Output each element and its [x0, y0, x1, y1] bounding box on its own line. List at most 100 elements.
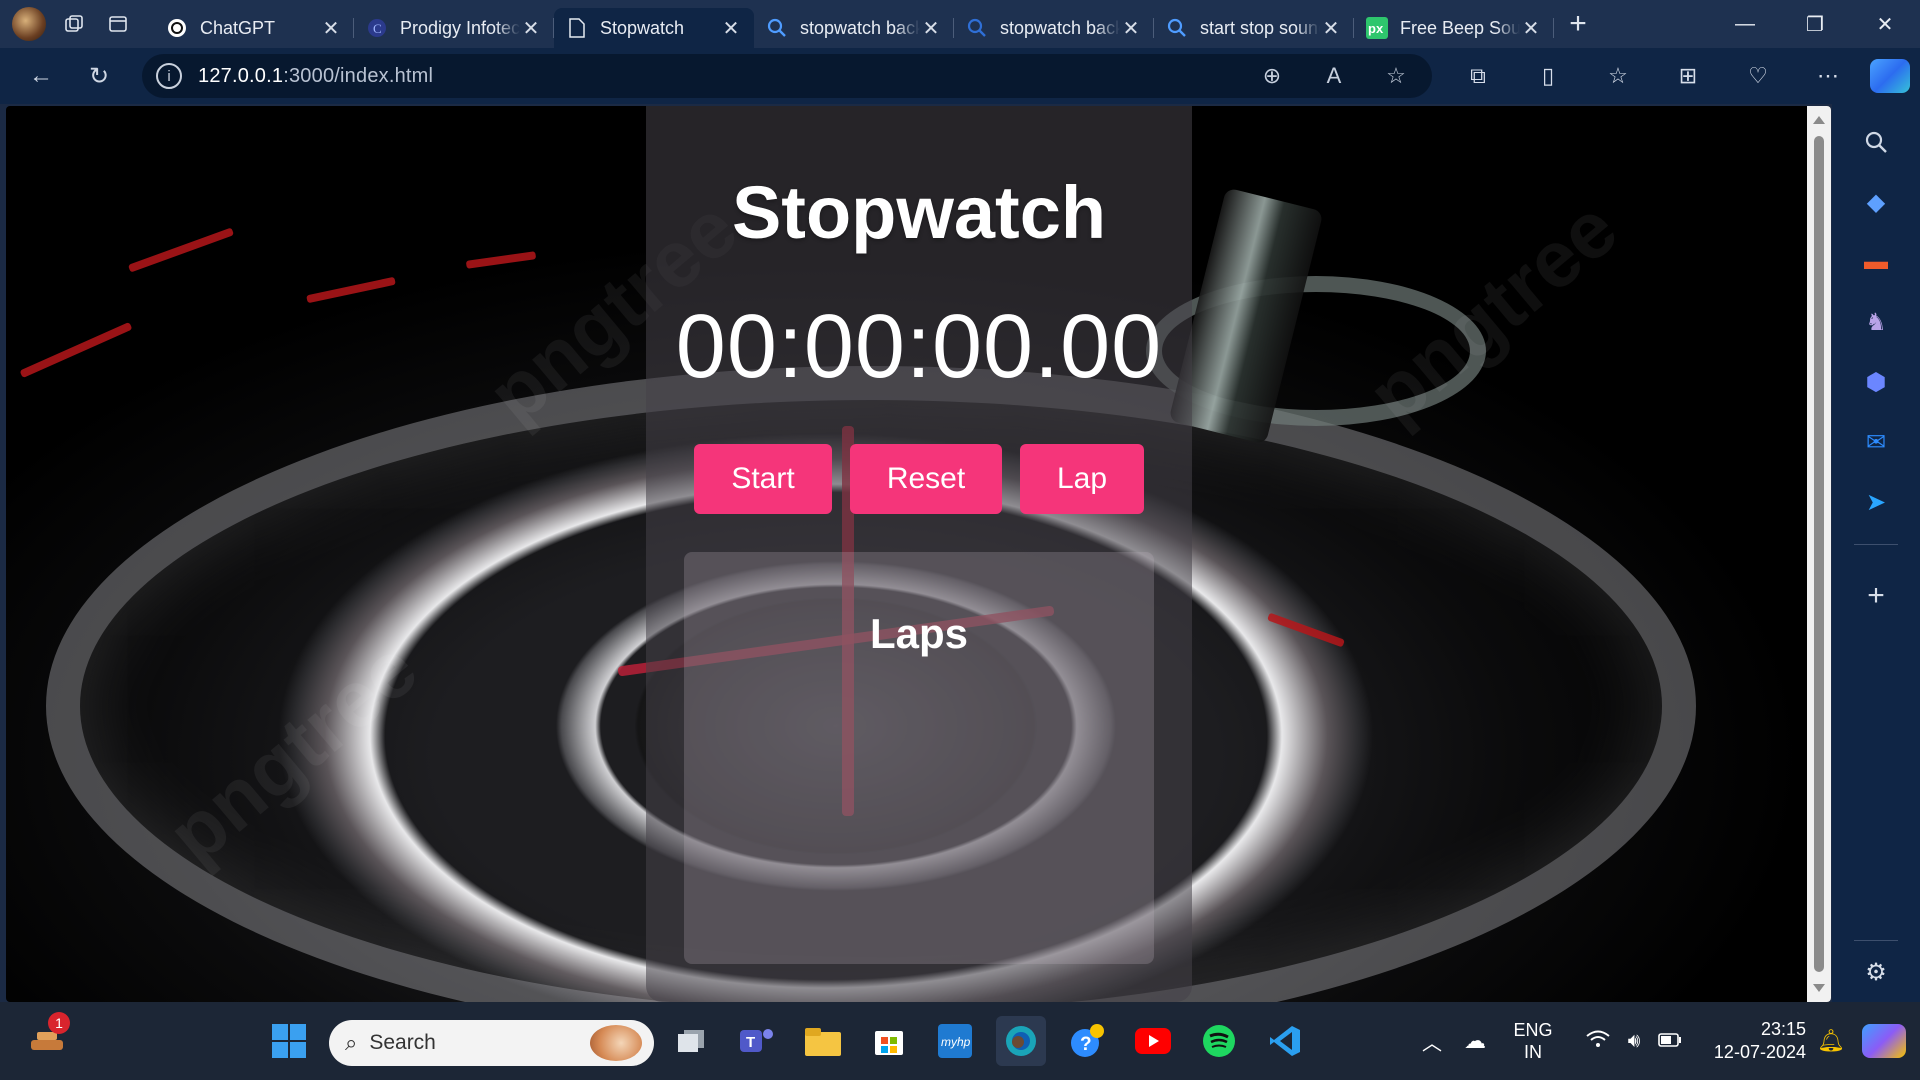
search-icon[interactable] [1854, 120, 1898, 164]
laps-heading: Laps [869, 610, 969, 657]
get-help-icon[interactable]: ? [1062, 1016, 1112, 1066]
edge-sidebar: ◆ ▬ ♞ ⬢ ✉ ➤ + ⚙ [1832, 104, 1920, 1002]
zoom-icon[interactable]: ⊕ [1250, 63, 1294, 89]
search-icon [966, 17, 988, 39]
close-tab-icon[interactable]: ✕ [1120, 16, 1142, 41]
microsoft-365-icon[interactable]: ⬢ [1854, 360, 1898, 404]
tab-stopwatch[interactable]: Stopwatch ✕ [554, 8, 754, 48]
favorite-star-icon[interactable]: ☆ [1374, 63, 1418, 89]
battery-icon[interactable] [1652, 1031, 1688, 1052]
taskbar-search-box[interactable]: ⌕ Search [329, 1020, 654, 1066]
pixabay-icon: px [1366, 17, 1388, 39]
outlook-icon[interactable]: ✉ [1854, 420, 1898, 464]
clock[interactable]: 23:15 12-07-2024 [1696, 1018, 1806, 1064]
onedrive-icon[interactable]: ☁ [1452, 1028, 1498, 1054]
lap-button[interactable]: Lap [1020, 444, 1144, 514]
svg-text:?: ? [1080, 1034, 1092, 1055]
split-screen-icon[interactable]: ▯ [1516, 63, 1580, 89]
teams-icon[interactable]: T [732, 1016, 782, 1066]
page-scrollbar[interactable] [1807, 106, 1831, 1002]
notifications-bell-icon[interactable]: 🔔︎ [1806, 1028, 1856, 1054]
tab-actions-icon[interactable] [96, 0, 140, 48]
tab-search-1[interactable]: stopwatch background ✕ [754, 8, 954, 48]
file-explorer-icon[interactable] [798, 1016, 848, 1066]
copilot-icon[interactable] [1870, 59, 1910, 93]
tab-title: Stopwatch [600, 17, 685, 38]
microsoft-store-icon[interactable] [864, 1016, 914, 1066]
edge-browser-icon[interactable] [996, 1016, 1046, 1066]
background-red-tick [306, 276, 396, 304]
background-red-tick [465, 251, 537, 269]
back-icon[interactable]: ← [16, 51, 66, 101]
more-options-icon[interactable]: ⋯ [1796, 63, 1860, 89]
close-tab-icon[interactable]: ✕ [1320, 16, 1342, 41]
games-icon[interactable]: ♞ [1854, 300, 1898, 344]
start-button[interactable]: Start [694, 444, 832, 514]
scroll-down-icon[interactable] [1813, 984, 1825, 992]
scrollbar-thumb[interactable] [1814, 136, 1824, 972]
tab-search-3[interactable]: start stop sound ✕ [1154, 8, 1354, 48]
task-view-icon[interactable] [666, 1016, 716, 1066]
start-menu-icon[interactable] [264, 1016, 314, 1066]
extensions-icon[interactable]: ⧉ [1446, 63, 1510, 89]
url-text[interactable]: 127.0.0.1:3000/index.html [198, 65, 433, 88]
scroll-up-icon[interactable] [1813, 116, 1825, 124]
window-controls: — ❐ ✕ [1710, 0, 1920, 48]
collections-icon[interactable]: ⊞ [1656, 63, 1720, 89]
favorites-icon[interactable]: ☆ [1586, 63, 1650, 89]
youtube-icon[interactable] [1128, 1016, 1178, 1066]
minimize-icon[interactable]: — [1710, 0, 1780, 48]
svg-text:T: T [746, 1034, 755, 1051]
tools-icon[interactable]: ▬ [1854, 240, 1898, 284]
browser-essentials-icon[interactable]: ♡ [1726, 63, 1790, 89]
show-hidden-icons[interactable]: ︿ [1412, 1027, 1452, 1056]
close-tab-icon[interactable]: ✕ [720, 16, 742, 41]
vscode-icon[interactable] [1260, 1016, 1310, 1066]
tab-prodigy[interactable]: C Prodigy Infotech ✕ [354, 8, 554, 48]
wifi-icon[interactable] [1580, 1030, 1616, 1053]
sidebar-divider [1854, 544, 1898, 545]
chatgpt-icon [166, 17, 188, 39]
tab-search-2[interactable]: stopwatch background ✕ [954, 8, 1154, 48]
browser-tab-bar: ChatGPT ✕ C Prodigy Infotech ✕ Stopwatch… [0, 0, 1920, 48]
sidebar-settings-icon[interactable]: ⚙ [1854, 950, 1898, 994]
site-info-icon[interactable]: i [156, 63, 182, 89]
copilot-taskbar-icon[interactable] [1862, 1024, 1906, 1058]
svg-text:px: px [1368, 21, 1384, 36]
spotify-icon[interactable] [1194, 1016, 1244, 1066]
url-path: :3000/index.html [283, 64, 434, 87]
add-sidebar-app-icon[interactable]: + [1854, 574, 1898, 618]
tab-title: Prodigy Infotech [400, 17, 520, 38]
reset-button[interactable]: Reset [850, 444, 1002, 514]
workspaces-icon[interactable] [52, 0, 96, 48]
tab-title: Free Beep Sound [1400, 17, 1520, 38]
close-window-icon[interactable]: ✕ [1850, 0, 1920, 48]
refresh-icon[interactable]: ↻ [74, 51, 124, 101]
weather-widget-icon[interactable]: 1 [22, 1012, 72, 1066]
read-aloud-icon[interactable]: A [1312, 63, 1356, 89]
myhp-icon[interactable]: myhp [930, 1016, 980, 1066]
volume-icon[interactable]: 🔊︎ [1616, 1030, 1652, 1053]
new-tab-button[interactable]: + [1554, 0, 1602, 48]
taskbar-search-placeholder: Search [369, 1031, 436, 1054]
profile-avatar[interactable] [12, 7, 46, 41]
close-tab-icon[interactable]: ✕ [520, 16, 542, 41]
tab-title: stopwatch background [1000, 17, 1120, 38]
shopping-tag-icon[interactable]: ◆ [1854, 180, 1898, 224]
page-icon [566, 17, 588, 39]
tab-pixabay[interactable]: px Free Beep Sound ✕ [1354, 8, 1554, 48]
svg-text:C: C [373, 21, 382, 36]
stopwatch-panel: Stopwatch 00:00:00.00 Start Reset Lap La… [646, 106, 1192, 1002]
sidebar-divider [1854, 940, 1898, 941]
drop-icon[interactable]: ➤ [1854, 480, 1898, 524]
restore-icon[interactable]: ❐ [1780, 0, 1850, 48]
close-tab-icon[interactable]: ✕ [920, 16, 942, 41]
language-indicator[interactable]: ENG IN [1498, 1019, 1568, 1063]
system-tray: ︿ ☁ ENG IN 🔊︎ 23:15 12-07-2024 🔔︎ [1412, 1002, 1906, 1080]
address-bar[interactable]: i 127.0.0.1:3000/index.html ⊕ A ☆ [142, 54, 1432, 98]
close-tab-icon[interactable]: ✕ [1520, 16, 1542, 41]
close-tab-icon[interactable]: ✕ [320, 16, 342, 41]
tab-chatgpt[interactable]: ChatGPT ✕ [154, 8, 354, 48]
svg-text:myhp: myhp [941, 1035, 971, 1049]
laps-container: Laps [684, 552, 1154, 964]
